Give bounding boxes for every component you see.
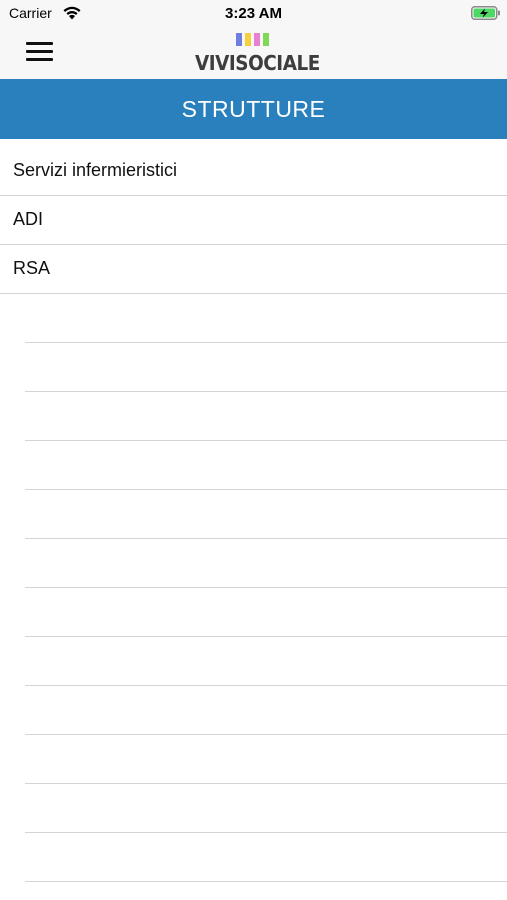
page-title: STRUTTURE — [181, 96, 326, 122]
empty-row — [0, 637, 507, 686]
battery-charging-icon — [471, 6, 500, 20]
logo-color-bars — [236, 33, 270, 46]
empty-row — [0, 392, 507, 441]
list-item-label: Servizi infermieristici — [13, 160, 178, 180]
empty-row — [0, 686, 507, 735]
app-logo: VIVISOCIALE — [190, 31, 320, 76]
empty-row — [0, 343, 507, 392]
empty-row — [0, 588, 507, 637]
empty-row — [0, 833, 507, 882]
list-item-label: ADI — [13, 209, 44, 229]
structures-list: Servizi infermieristici ADI RSA — [0, 147, 507, 882]
list-item-rsa[interactable]: RSA — [0, 245, 507, 294]
status-time: 3:23 AM — [225, 5, 282, 22]
list-item-label: RSA — [13, 258, 51, 278]
nav-bar: VIVISOCIALE — [0, 26, 507, 79]
empty-row — [0, 441, 507, 490]
divider — [25, 881, 507, 882]
status-bar: Carrier 3:23 AM — [0, 0, 507, 26]
hamburger-menu-icon[interactable] — [26, 41, 53, 63]
logo-text: VIVISOCIALE — [194, 51, 320, 75]
empty-row — [0, 490, 507, 539]
section-header: STRUTTURE — [0, 79, 507, 139]
list-item-servizi-infermieristici[interactable]: Servizi infermieristici — [0, 147, 507, 196]
empty-row — [0, 784, 507, 833]
empty-row — [0, 735, 507, 784]
empty-row — [0, 539, 507, 588]
empty-row — [0, 294, 507, 343]
list-item-adi[interactable]: ADI — [0, 196, 507, 245]
